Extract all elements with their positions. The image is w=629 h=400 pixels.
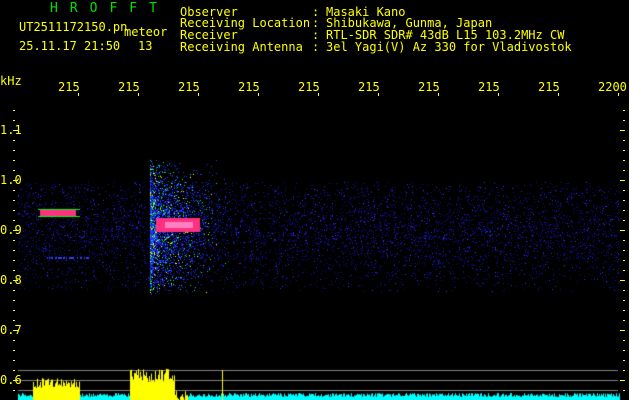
spectrogram xyxy=(0,0,629,400)
y-tick-mark xyxy=(13,190,15,191)
y-tick-mark xyxy=(623,250,625,251)
y-tick-label: 0.9 xyxy=(0,223,22,237)
y-tick-mark xyxy=(13,250,15,251)
y-tick-mark xyxy=(623,110,625,111)
y-tick-mark xyxy=(13,210,15,211)
y-tick-mark xyxy=(13,290,15,291)
mode-label: meteor xyxy=(124,25,168,39)
x-tick-label: 2156 xyxy=(358,81,380,93)
y-tick-mark xyxy=(623,140,625,141)
y-tick-mark xyxy=(623,240,625,241)
y-tick-mark xyxy=(623,170,625,171)
y-tick-mark xyxy=(13,380,18,381)
antenna-value: 3el Yagi(V) Az 330 for Vladivostok xyxy=(326,40,572,54)
x-tick-mark xyxy=(258,93,259,96)
y-tick-mark xyxy=(623,300,625,301)
y-tick-mark xyxy=(623,190,625,191)
x-tick-mark xyxy=(78,93,79,96)
y-tick-mark xyxy=(620,280,625,281)
y-tick-label: 0.6 xyxy=(0,373,22,387)
antenna-label: Receiving Antenna xyxy=(180,40,303,54)
datetime: 25.11.17 21:50 xyxy=(19,39,121,53)
y-tick-mark xyxy=(13,330,18,331)
y-tick-mark xyxy=(623,270,625,271)
y-tick-mark xyxy=(13,120,15,121)
y-tick-mark xyxy=(13,310,15,311)
y-tick-mark xyxy=(620,330,625,331)
x-tick-mark xyxy=(198,93,199,96)
y-tick-mark xyxy=(623,160,625,161)
y-tick-mark xyxy=(13,130,18,131)
x-tick-label: 2158 xyxy=(478,81,500,93)
y-unit-label: kHz xyxy=(0,74,22,88)
y-tick-mark xyxy=(623,200,625,201)
y-tick-mark xyxy=(623,390,625,391)
y-tick-mark xyxy=(623,260,625,261)
y-tick-label: 0.7 xyxy=(0,323,22,337)
y-tick-mark xyxy=(13,240,15,241)
y-tick-mark xyxy=(623,350,625,351)
x-tick-mark xyxy=(498,93,499,96)
x-tick-mark xyxy=(438,93,439,96)
app-title: HROFFT xyxy=(50,1,169,16)
x-tick-label: 2151 xyxy=(58,81,80,93)
x-tick-label: 2154 xyxy=(238,81,260,93)
y-tick-mark xyxy=(13,320,15,321)
y-tick-mark xyxy=(623,210,625,211)
y-tick-mark xyxy=(623,150,625,151)
y-tick-label: 1.1 xyxy=(0,123,22,137)
y-tick-mark xyxy=(13,390,15,391)
colon: : xyxy=(312,40,320,54)
x-tick-mark xyxy=(378,93,379,96)
x-tick-label: 2159 xyxy=(538,81,560,93)
y-tick-mark xyxy=(623,370,625,371)
x-tick-label: 2153 xyxy=(178,81,200,93)
y-tick-mark xyxy=(13,360,15,361)
y-tick-mark xyxy=(620,130,625,131)
x-tick-mark xyxy=(558,93,559,96)
y-tick-mark xyxy=(13,110,15,111)
x-tick-mark xyxy=(318,93,319,96)
y-tick-mark xyxy=(13,300,15,301)
y-tick-mark xyxy=(620,380,625,381)
y-tick-mark xyxy=(623,310,625,311)
x-tick-label: 2155 xyxy=(298,81,320,93)
x-tick-label: 2200 xyxy=(598,81,627,93)
y-tick-mark xyxy=(13,270,15,271)
y-tick-mark xyxy=(623,120,625,121)
x-tick-label: 2152 xyxy=(118,81,140,93)
y-tick-mark xyxy=(623,320,625,321)
x-tick-mark xyxy=(138,93,139,96)
y-tick-mark xyxy=(13,220,15,221)
y-tick-mark xyxy=(13,160,15,161)
y-tick-mark xyxy=(13,280,18,281)
y-tick-mark xyxy=(13,370,15,371)
count: 13 xyxy=(138,39,153,53)
y-tick-mark xyxy=(623,220,625,221)
y-tick-label: 1.0 xyxy=(0,173,22,187)
y-tick-mark xyxy=(623,340,625,341)
x-tick-label: 2157 xyxy=(418,81,440,93)
y-tick-mark xyxy=(13,230,18,231)
y-tick-mark xyxy=(13,150,15,151)
y-tick-mark xyxy=(13,200,15,201)
y-tick-mark xyxy=(620,180,625,181)
y-tick-mark xyxy=(13,260,15,261)
y-tick-mark xyxy=(623,360,625,361)
y-tick-mark xyxy=(13,340,15,341)
y-tick-mark xyxy=(13,170,15,171)
y-tick-mark xyxy=(13,140,15,141)
y-tick-mark xyxy=(620,230,625,231)
y-tick-mark xyxy=(623,290,625,291)
y-tick-label: 0.8 xyxy=(0,273,22,287)
y-tick-mark xyxy=(13,180,18,181)
y-tick-mark xyxy=(13,350,15,351)
file-name: UT2511172150.pn xyxy=(19,20,128,34)
x-tick-mark xyxy=(618,93,619,96)
